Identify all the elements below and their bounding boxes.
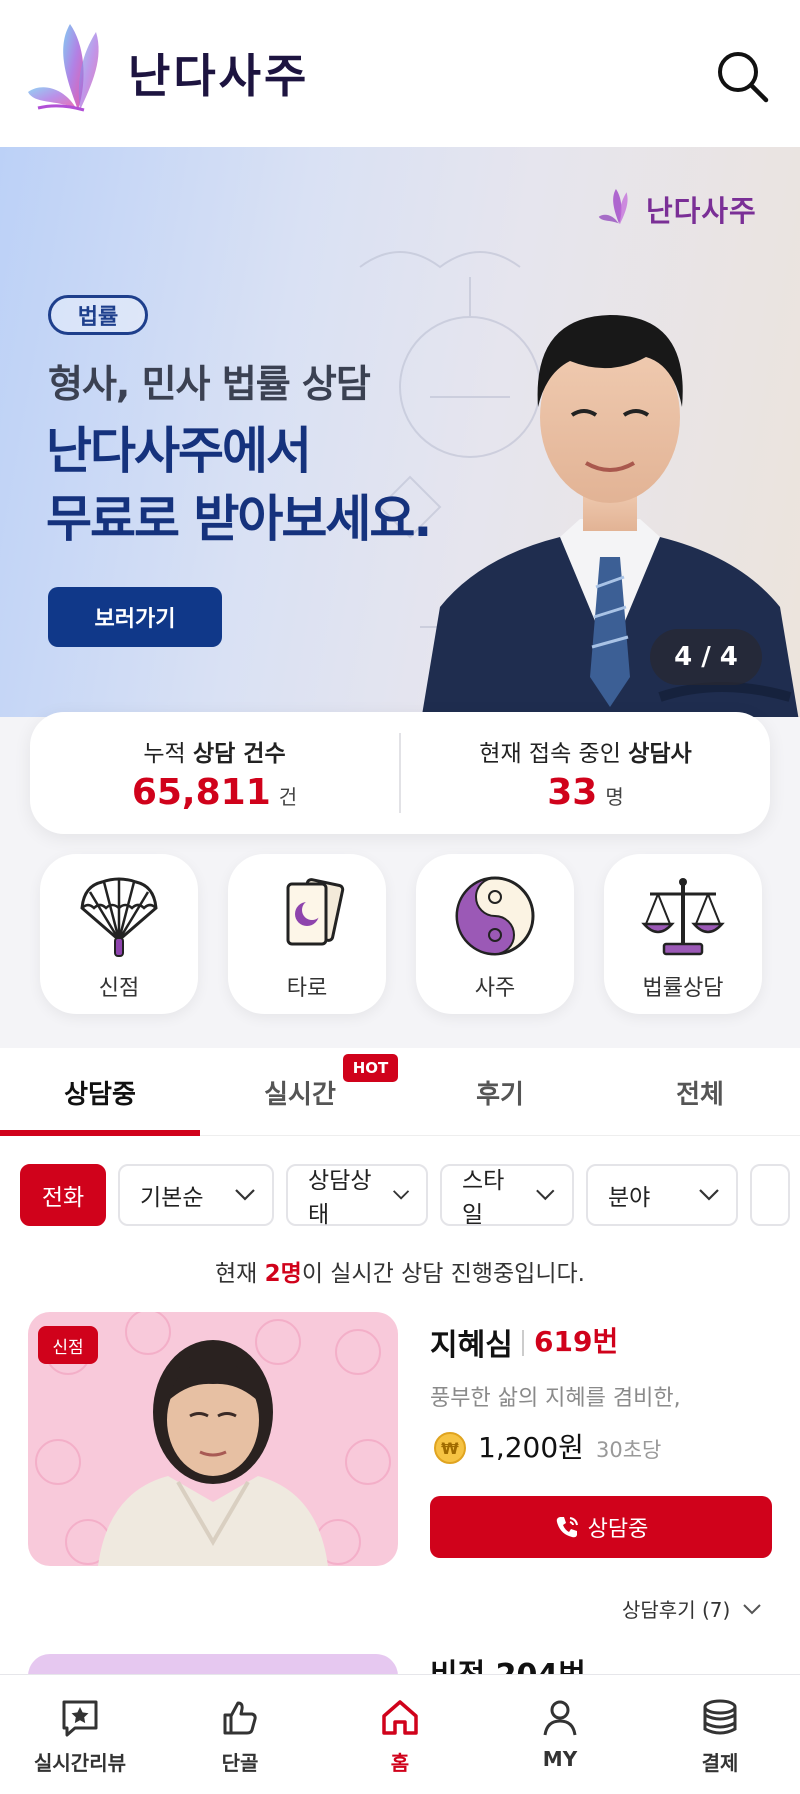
stat-value: 65,811 [131, 771, 271, 813]
filter-label: 기본순 [140, 1185, 204, 1211]
nav-live-reviews[interactable]: 실시간리뷰 [0, 1675, 160, 1794]
tab-all[interactable]: 전체 [600, 1048, 800, 1136]
nav-payment[interactable]: 결제 [640, 1675, 800, 1794]
counselor-reviews-toggle[interactable]: 상담후기 (7) [622, 1594, 762, 1623]
category-saju[interactable]: 사주 [416, 854, 574, 1014]
consulting-status-button[interactable]: 상담중 [430, 1496, 772, 1558]
won-coin-icon: ₩ [434, 1432, 466, 1464]
filter-field-dropdown[interactable]: 분야 [586, 1164, 738, 1226]
stat-unit: 건 [278, 784, 298, 809]
nav-label: 홈 [390, 1751, 410, 1775]
banner-subtitle: 형사, 민사 법률 상담 [48, 362, 371, 406]
chevron-down-icon [536, 1189, 555, 1201]
butterfly-logo-icon [598, 189, 628, 225]
category-shinjeom[interactable]: 신점 [40, 854, 198, 1014]
promo-banner[interactable]: 난다사주 법률 형사, 민사 법률 상담 난다사주에서 무료로 받아보세요. 보… [0, 147, 800, 717]
category-label: 타로 [286, 976, 328, 1001]
nav-label: 단골 [221, 1751, 259, 1775]
stat-label: 누적 상담 건수 [143, 740, 286, 767]
user-icon [543, 1700, 577, 1736]
active-tab-indicator [0, 1130, 200, 1136]
stat-label: 현재 접속 중인 상담사 [479, 740, 692, 767]
nav-label: 실시간리뷰 [34, 1751, 126, 1775]
nav-home[interactable]: 홈 [320, 1675, 480, 1794]
banner-category-tag: 법률 [48, 295, 148, 335]
banner-view-button[interactable]: 보러가기 [48, 587, 222, 647]
next-counselor-name[interactable]: 비전 204번 [430, 1650, 586, 1674]
counselor-description: 풍부한 삶의 지혜를 겸비한, [430, 1386, 681, 1411]
name-divider [522, 1330, 524, 1356]
filter-phone-chip[interactable]: 전화 [20, 1164, 106, 1226]
list-tabs: 상담중 실시간 HOT 후기 전체 [0, 1048, 800, 1136]
counselor-photo[interactable]: 신점 [28, 1312, 398, 1566]
chevron-down-icon [235, 1189, 255, 1201]
stats-card: 누적 상담 건수 65,811 건 현재 접속 중인 상담사 33 명 [30, 712, 770, 834]
coins-icon [703, 1699, 737, 1735]
filter-label: 스타일 [462, 1168, 505, 1226]
fan-icon [80, 877, 158, 957]
bottom-navigation: 실시간리뷰 단골 홈 MY 결제 [0, 1674, 800, 1794]
tarot-cards-icon [286, 878, 345, 946]
home-icon [382, 1700, 418, 1735]
price-unit: 30초당 [596, 1438, 662, 1462]
button-label: 상담중 [587, 1517, 649, 1542]
banner-title-line2: 무료로 받아보세요. [46, 490, 432, 548]
category-tarot[interactable]: 타로 [228, 854, 386, 1014]
svg-text:₩: ₩ [441, 1439, 459, 1458]
banner-logo-text: 난다사주 [646, 194, 757, 228]
chevron-down-icon [699, 1189, 719, 1201]
nav-favorites[interactable]: 단골 [160, 1675, 320, 1794]
online-counselors-stat: 현재 접속 중인 상담사 33 명 [401, 712, 770, 834]
chevron-down-icon [743, 1603, 762, 1614]
chevron-down-icon [392, 1190, 409, 1200]
counselor-category-tag: 신점 [38, 1326, 98, 1364]
category-tiles: 신점 타로 사주 법률상담 [40, 854, 762, 1014]
tab-consulting[interactable]: 상담중 [0, 1048, 200, 1136]
scales-icon [641, 878, 725, 956]
stat-unit: 명 [605, 784, 624, 809]
filter-style-dropdown[interactable]: 스타일 [440, 1164, 574, 1226]
filter-label: 분야 [608, 1185, 651, 1211]
nav-label: MY [542, 1747, 578, 1771]
banner-page-indicator: 4 / 4 [650, 629, 762, 685]
category-label: 법률상담 [642, 976, 724, 1001]
stat-value: 33 [547, 771, 598, 813]
app-logo[interactable]: 난다사주 [26, 18, 309, 128]
counselor-price: 1,200원 [478, 1431, 584, 1464]
search-icon [718, 52, 769, 103]
app-header: 난다사주 [0, 0, 800, 147]
filter-more-dropdown[interactable] [750, 1164, 790, 1226]
filter-status-dropdown[interactable]: 상담상태 [286, 1164, 428, 1226]
butterfly-logo-icon [28, 24, 99, 112]
thumbs-up-icon [223, 1701, 257, 1735]
banner-title: 난다사주에서 무료로 받아보세요. [46, 417, 432, 553]
counselor-name[interactable]: 지혜심 [430, 1320, 513, 1364]
nav-label: 결제 [701, 1751, 739, 1775]
nav-my[interactable]: MY [480, 1675, 640, 1794]
star-chat-icon [62, 1700, 98, 1737]
category-label: 신점 [98, 976, 140, 1001]
review-label: 상담후기 (7) [622, 1598, 731, 1622]
phone-icon [556, 1517, 578, 1538]
counselor-list-section: 상담중 실시간 HOT 후기 전체 전화 기본순 상담상태 스타일 분야 현재 … [0, 1048, 800, 1694]
hot-badge: HOT [343, 1054, 398, 1082]
counselor-number: 619번 [534, 1325, 619, 1358]
filter-label: 상담상태 [308, 1168, 372, 1226]
filter-bar: 전화 기본순 상담상태 스타일 분야 [20, 1164, 800, 1226]
logo-text: 난다사주 [128, 49, 310, 103]
category-legal[interactable]: 법률상담 [604, 854, 762, 1014]
live-consult-status: 현재 2명이 실시간 상담 진행중입니다. [215, 1261, 585, 1287]
banner-logo: 난다사주 [598, 183, 757, 235]
tab-reviews[interactable]: 후기 [400, 1048, 600, 1136]
filter-sort-dropdown[interactable]: 기본순 [118, 1164, 274, 1226]
category-label: 사주 [474, 976, 516, 1001]
search-button[interactable] [712, 46, 772, 106]
yin-yang-icon [455, 876, 535, 956]
banner-title-line1: 난다사주에서 [46, 422, 312, 480]
total-consultations-stat: 누적 상담 건수 65,811 건 [30, 712, 399, 834]
